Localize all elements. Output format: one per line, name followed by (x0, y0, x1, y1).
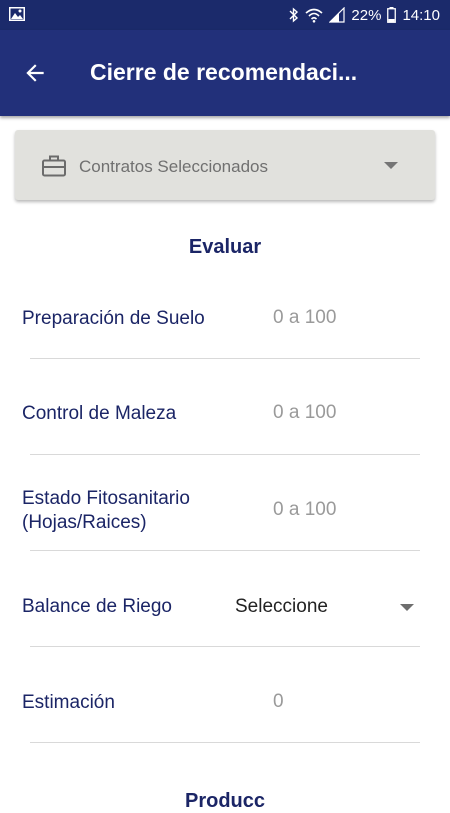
divider (30, 454, 420, 455)
battery-percentage: 22% (351, 6, 382, 24)
irrigation-dropdown-value: Seleccione (235, 596, 328, 617)
contracts-dropdown-label: Contratos Seleccionados (79, 157, 269, 176)
weed-control-input[interactable] (273, 402, 413, 424)
image-notification-icon (9, 7, 25, 21)
divider (30, 358, 420, 359)
status-bar: 22% 14:10 (0, 0, 450, 30)
phyto-state-label-line1: Estado Fitosanitario (22, 488, 190, 509)
briefcase-icon (42, 155, 66, 177)
phyto-state-label-line2: (Hojas/Raices) (22, 512, 147, 533)
section-title-evaluar: Evaluar (188, 236, 262, 258)
irrigation-dropdown[interactable]: Seleccione (235, 595, 420, 621)
section-title-next: Producc (184, 790, 266, 812)
app-bar: Cierre de recomendaci... (0, 30, 450, 116)
divider (30, 646, 420, 647)
divider (30, 550, 420, 551)
phyto-state-label: Estado Fitosanitario (Hojas/Raices) (22, 487, 190, 535)
estimate-label: Estimación (22, 692, 115, 713)
contracts-dropdown[interactable]: Contratos Seleccionados (15, 130, 435, 200)
estimate-value: 0 (273, 691, 284, 712)
back-arrow-icon[interactable] (22, 60, 48, 86)
bluetooth-icon (289, 7, 299, 23)
battery-icon (387, 7, 397, 23)
cell-signal-icon (329, 7, 346, 23)
chevron-down-icon (400, 604, 414, 611)
soil-prep-input[interactable] (273, 307, 413, 329)
weed-control-label: Control de Maleza (22, 403, 177, 424)
wifi-icon (305, 8, 323, 23)
phyto-state-input[interactable] (273, 499, 413, 521)
soil-prep-label: Preparación de Suelo (22, 308, 205, 329)
page-title: Cierre de recomendaci... (90, 59, 358, 85)
divider (30, 742, 420, 743)
clock: 14:10 (402, 6, 440, 24)
chevron-down-icon (384, 162, 398, 169)
irrigation-label: Balance de Riego (22, 596, 172, 617)
